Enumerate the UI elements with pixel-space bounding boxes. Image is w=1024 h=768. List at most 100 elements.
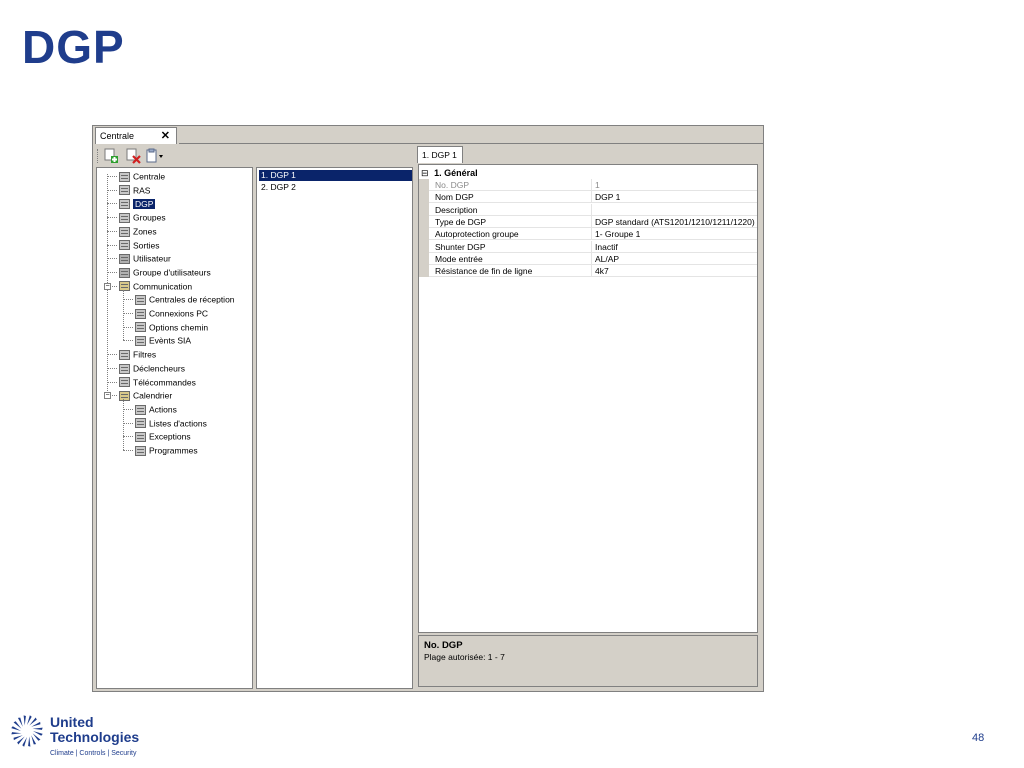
slide-title: DGP xyxy=(22,21,125,73)
property-value[interactable]: AL/AP xyxy=(595,253,619,265)
tree-item-groupe-d-utilisateurs[interactable]: Groupe d'utilisateurs xyxy=(119,266,211,279)
property-value[interactable]: DGP standard (ATS1201/1210/1211/1220) xyxy=(595,216,755,228)
tree-connector xyxy=(107,176,117,177)
tree-item-options-chemin[interactable]: Options chemin xyxy=(135,321,208,334)
tree-connector xyxy=(107,271,117,273)
clipboard-dropdown-icon[interactable] xyxy=(145,148,165,164)
description-panel: No. DGP Plage autorisée: 1 - 7 xyxy=(418,635,758,687)
outputs-icon xyxy=(119,240,130,251)
tree-item-label: Programmes xyxy=(149,445,198,456)
delete-icon[interactable] xyxy=(125,148,141,164)
page-number: 48 xyxy=(972,732,985,744)
tree-item-listes-d-actions[interactable]: Listes d'actions xyxy=(135,417,207,430)
property-value[interactable]: 4k7 xyxy=(595,265,609,277)
tree-connector xyxy=(107,230,117,232)
trigger-icon xyxy=(119,363,130,374)
tree-item-exceptions[interactable]: Exceptions xyxy=(135,430,191,443)
property-row[interactable]: Nom DGP DGP 1 xyxy=(429,191,757,204)
dgp-list[interactable]: 1. DGP 1 2. DGP 2 xyxy=(256,167,413,689)
tree-connector xyxy=(107,244,117,246)
property-row[interactable]: Mode entrée AL/AP xyxy=(429,252,757,265)
list-item[interactable]: 2. DGP 2 xyxy=(259,182,412,193)
list-item[interactable]: 1. DGP 1 xyxy=(259,170,412,181)
tree-item-ras[interactable]: RAS xyxy=(119,184,150,197)
toolbar-grip xyxy=(97,149,99,163)
tree-item-label: Groupes xyxy=(133,212,166,223)
navigation-tree[interactable]: Centrale RAS DGP Groupes Zones Sorties Utilisa… xyxy=(96,167,253,689)
close-icon[interactable]: ✕ xyxy=(161,129,170,142)
tree-connector xyxy=(107,217,117,219)
tree-connector xyxy=(123,399,124,450)
add-icon[interactable] xyxy=(103,148,119,164)
property-value[interactable]: 1 xyxy=(595,179,600,191)
tree-item-label: Communication xyxy=(133,280,193,291)
remote-icon xyxy=(119,377,130,388)
logo-text-line2: Technologies xyxy=(50,729,140,745)
tree-item-sorties[interactable]: Sorties xyxy=(119,239,159,252)
property-value[interactable]: DGP 1 xyxy=(595,191,620,203)
tree-item-programmes[interactable]: Programmes xyxy=(135,444,198,457)
detail-panel: 1. DGP 1 ⊟ 1. Général No. DGP 1 Nom DGP DGP… xyxy=(415,145,762,690)
property-value[interactable]: Inactif xyxy=(595,241,618,253)
united-technologies-logo: United Technologies Climate | Controls |… xyxy=(10,712,170,762)
tree-item-utilisateur[interactable]: Utilisateur xyxy=(119,252,171,265)
property-divider xyxy=(591,215,592,227)
tree-item-connexions-pc[interactable]: Connexions PC xyxy=(135,307,208,320)
tab-label: Centrale xyxy=(100,131,135,141)
tab-dgp-1[interactable]: 1. DGP 1 xyxy=(417,146,463,163)
tree-connector xyxy=(107,381,117,383)
tree-item-zones[interactable]: Zones xyxy=(119,225,157,238)
pc-icon xyxy=(135,308,146,319)
tree-connector xyxy=(123,436,133,438)
tree-connector xyxy=(123,289,124,341)
tree-item-label: Options chemin xyxy=(149,321,209,332)
property-row[interactable]: Autoprotection groupe 1- Groupe 1 xyxy=(429,228,757,241)
tree-item-d-clencheurs[interactable]: Déclencheurs xyxy=(119,362,185,375)
property-divider xyxy=(591,228,592,240)
property-row[interactable]: Résistance de fin de ligne 4k7 xyxy=(429,265,757,278)
tree-item-filtres[interactable]: Filtres xyxy=(119,348,156,361)
keypad-icon xyxy=(119,185,130,196)
tree-connector xyxy=(107,354,117,356)
logo-tagline: Climate | Controls | Security xyxy=(50,750,137,757)
tree-connector xyxy=(107,367,117,369)
tree-connector xyxy=(107,203,117,205)
tree-item-dgp[interactable]: DGP xyxy=(119,197,156,210)
property-row[interactable]: Shunter DGP Inactif xyxy=(429,240,757,253)
tree-item-t-l-commandes[interactable]: Télécommandes xyxy=(119,376,196,389)
tab-centrale[interactable]: Centrale ✕ xyxy=(95,127,177,144)
tree-connector xyxy=(123,450,133,451)
tree-item-communication[interactable]: Communication xyxy=(119,280,192,293)
tree-item-centrales-de-r-ception[interactable]: Centrales de réception xyxy=(135,293,235,306)
exceptions-icon xyxy=(135,432,146,443)
action-list-icon xyxy=(135,418,146,429)
tree-item-calendrier[interactable]: Calendrier xyxy=(119,389,172,402)
collapse-icon[interactable]: ⊟ xyxy=(421,168,429,178)
groups-icon xyxy=(119,212,130,223)
property-value[interactable]: 1- Groupe 1 xyxy=(595,228,640,240)
property-name: Autoprotection groupe xyxy=(435,229,519,240)
tree-item-label: Connexions PC xyxy=(149,308,209,319)
tree-item-label: Centrales de réception xyxy=(149,294,235,305)
collapse-icon[interactable]: − xyxy=(104,282,111,290)
property-row[interactable]: No. DGP 1 xyxy=(429,179,757,191)
property-row[interactable]: Description xyxy=(429,203,757,216)
property-name: Nom DGP xyxy=(435,192,474,203)
tree-item-label: DGP xyxy=(133,198,156,209)
receiver-icon xyxy=(135,295,146,306)
tree-item-label: Sorties xyxy=(133,239,160,250)
collapse-icon[interactable]: − xyxy=(104,392,111,400)
property-name: Type de DGP xyxy=(435,216,487,227)
tree-item-ev-nts-sia[interactable]: Evènts SIA xyxy=(135,334,191,347)
category-general[interactable]: ⊟ 1. Général xyxy=(419,167,757,179)
folder-icon xyxy=(119,281,130,292)
tree-item-label: Calendrier xyxy=(133,390,173,401)
category-label: 1. Général xyxy=(434,168,478,178)
tree-connector xyxy=(107,258,117,260)
tree-connector xyxy=(123,340,133,342)
property-row[interactable]: Type de DGP DGP standard (ATS1201/1210/12… xyxy=(429,215,757,228)
tree-item-centrale[interactable]: Centrale xyxy=(119,170,165,183)
tree-item-groupes[interactable]: Groupes xyxy=(119,211,166,224)
tree-item-actions[interactable]: Actions xyxy=(135,403,177,416)
tree-item-label: Utilisateur xyxy=(133,253,171,264)
